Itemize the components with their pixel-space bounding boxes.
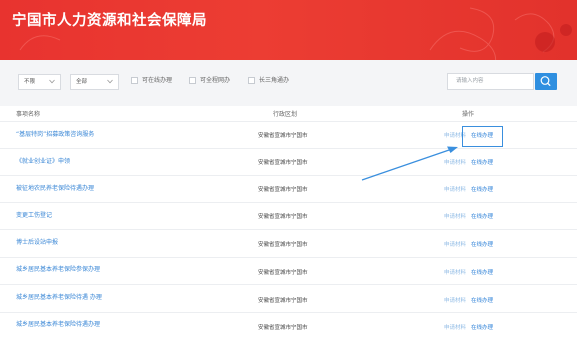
arrow-annotation-icon <box>361 146 458 181</box>
